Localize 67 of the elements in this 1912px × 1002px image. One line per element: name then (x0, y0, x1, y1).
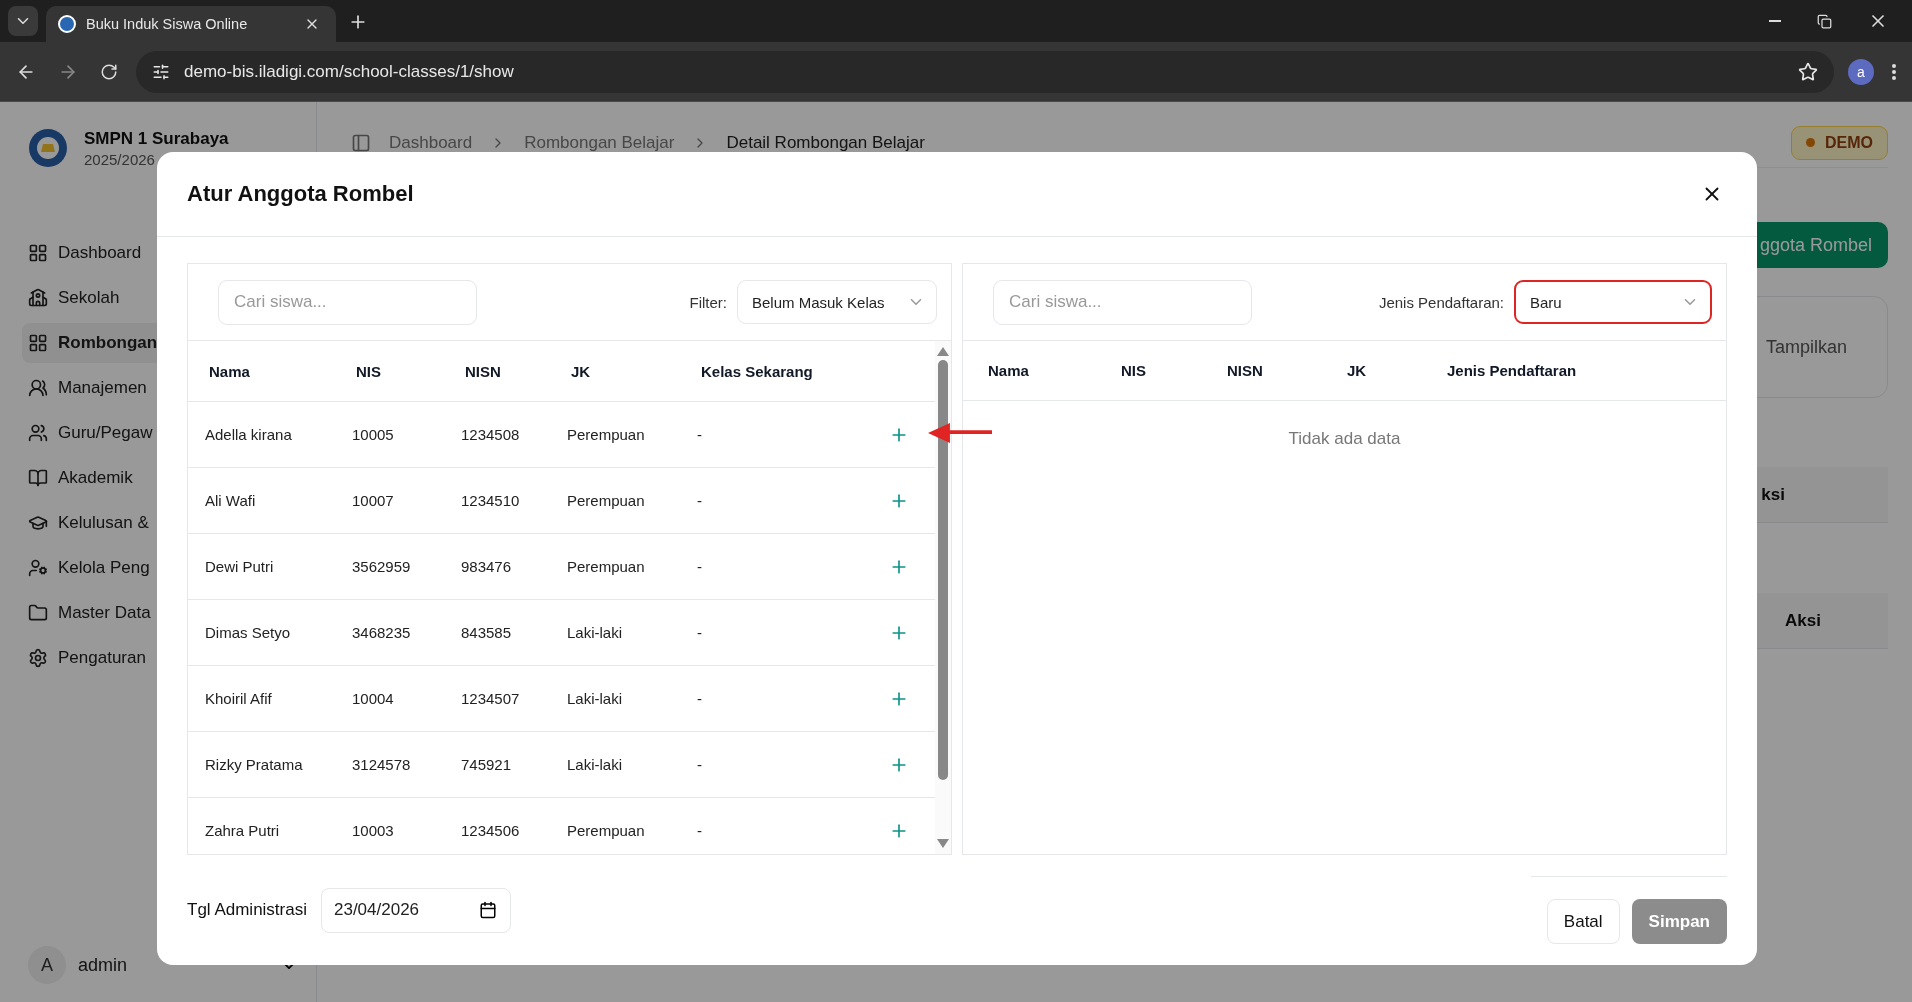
table-cell: Ali Wafi (205, 492, 256, 509)
column-header: Nama (988, 362, 1030, 379)
filter-label: Jenis Pendaftaran: (1378, 293, 1504, 311)
table-cell: Perempuan (567, 558, 645, 575)
nav-label: Kelola Peng (58, 558, 150, 578)
table-cell: 3468235 (352, 624, 411, 641)
table-cell: 843585 (461, 624, 512, 641)
column-header: NISN (465, 362, 502, 380)
tab-title: Buku Induk Siswa Online (86, 16, 249, 32)
table-cell: 983476 (461, 558, 512, 575)
nav-label: Guru/Pegaw (58, 423, 153, 443)
nav-label: Pengaturan (58, 648, 146, 668)
nav-label: Dashboard (58, 243, 142, 263)
user-name: admin (78, 954, 129, 976)
empty-message: Tidak ada data (1288, 429, 1401, 448)
table-cell: Dewi Putri (205, 558, 274, 575)
nav-label: Akademik (58, 468, 133, 488)
table-cell: 3562959 (352, 558, 411, 575)
table-cell: Zahra Putri (205, 822, 280, 839)
card-text: Tampilkan (1765, 336, 1847, 358)
nav-label: Kelulusan & (58, 513, 149, 533)
table-cell: - (697, 822, 702, 839)
nav-label: Manajemen (58, 378, 147, 398)
nav-label: Master Data (58, 603, 151, 623)
table-cell: - (697, 624, 702, 641)
table-cell: 3124578 (352, 756, 411, 773)
nav-label: Rombongan (58, 333, 158, 353)
column-header: JK (1347, 362, 1368, 379)
nav-label: Sekolah (58, 288, 120, 308)
table-cell: 1234508 (461, 426, 520, 443)
table-cell: Perempuan (567, 426, 645, 443)
filter-label: Filter: (689, 293, 727, 311)
column-header: Jenis Pendaftaran (1447, 362, 1578, 379)
table-cell: Rizky Pratama (205, 756, 303, 773)
table-cell: - (697, 558, 702, 575)
table-cell: 10005 (352, 426, 394, 443)
table-cell: Laki-laki (567, 756, 623, 773)
table-cell: 10004 (352, 690, 394, 707)
column-header: NIS (1121, 362, 1147, 379)
table-cell: Laki-laki (567, 624, 623, 641)
url-text: demo-bis.iladigi.com/school-classes/1/show (184, 61, 515, 82)
date-label: Tgl Administrasi (187, 900, 307, 920)
table-cell: - (697, 756, 702, 773)
column-header: NISN (1227, 362, 1264, 379)
table-cell: Khoiril Afif (205, 690, 272, 707)
modal-title: Atur Anggota Rombel (187, 181, 414, 207)
column-header: Nama (209, 362, 251, 380)
table-cell: 1234507 (461, 690, 520, 707)
school-name: SMPN 1 Surabaya (84, 128, 229, 149)
table-cell: 1234510 (461, 492, 520, 509)
table-cell: - (697, 690, 702, 707)
table-cell: Adella kirana (205, 426, 292, 443)
table-cell: Dimas Setyo (205, 624, 291, 641)
column-header: Kelas Sekarang (701, 362, 814, 380)
column-header: JK (571, 362, 592, 380)
table-cell: - (697, 492, 702, 509)
table-cell: Laki-laki (567, 690, 623, 707)
column-header: NIS (356, 362, 382, 380)
demo-badge: DEMO (1791, 125, 1888, 160)
table-cell: 10007 (352, 492, 394, 509)
table-cell: 745921 (461, 756, 512, 773)
table-cell: 10003 (352, 822, 394, 839)
table-cell: - (697, 426, 702, 443)
table-cell: Perempuan (567, 492, 645, 509)
school-year: 2025/2026 (84, 150, 156, 168)
table-cell: Perempuan (567, 822, 645, 839)
table-cell: 1234506 (461, 822, 520, 839)
